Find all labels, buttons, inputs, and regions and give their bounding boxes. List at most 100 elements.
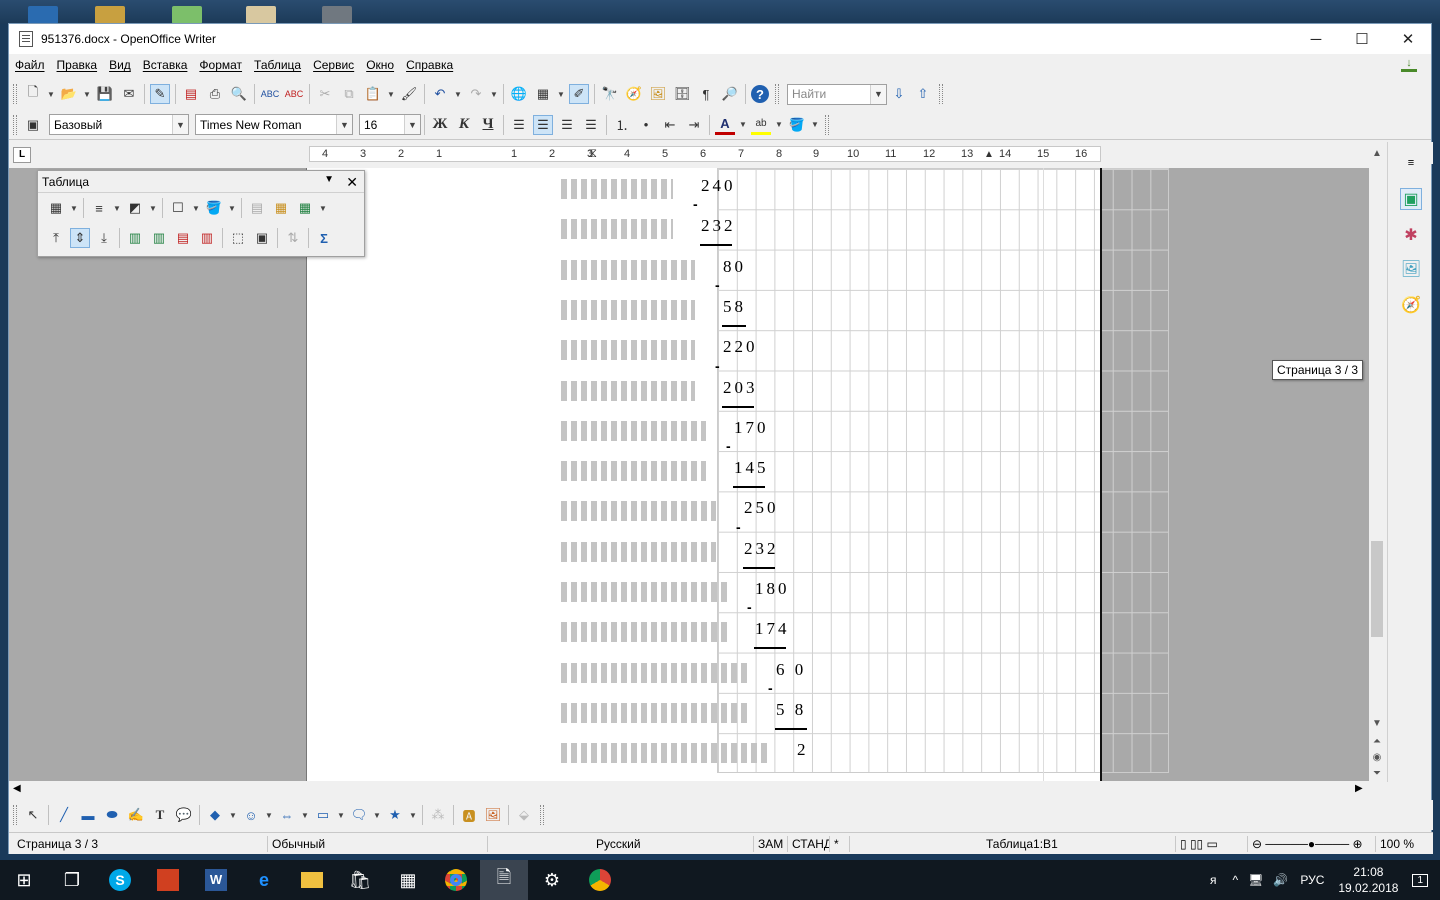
table-properties-icon[interactable]: ▣ bbox=[252, 228, 272, 248]
chevron-down-icon[interactable]: ▼ bbox=[148, 198, 158, 218]
chevron-down-icon[interactable]: ▼ bbox=[489, 84, 499, 104]
hyperlink-icon[interactable]: 🌐 bbox=[509, 84, 529, 104]
status-insert-mode[interactable]: ЗАМ bbox=[753, 836, 787, 852]
chevron-down-icon[interactable]: ▼ bbox=[46, 84, 56, 104]
status-language[interactable]: Русский bbox=[487, 836, 751, 852]
spellcheck-icon[interactable]: ABC bbox=[260, 84, 280, 104]
redo-icon[interactable]: ↷ bbox=[466, 84, 486, 104]
email-icon[interactable]: ✉ bbox=[119, 84, 139, 104]
division-row[interactable]: 5 8- bbox=[561, 680, 961, 732]
align-right-icon[interactable]: ☰ bbox=[557, 115, 577, 135]
chevron-down-icon[interactable]: ▼ bbox=[191, 198, 201, 218]
status-page[interactable]: Страница 3 / 3 bbox=[13, 836, 265, 852]
points-icon[interactable]: ⁂ bbox=[428, 805, 448, 825]
division-row[interactable]: 2 bbox=[561, 732, 961, 772]
justify-icon[interactable]: ☰ bbox=[581, 115, 601, 135]
select-table-icon[interactable]: ⬚ bbox=[228, 228, 248, 248]
cut-icon[interactable]: ✂ bbox=[315, 84, 335, 104]
chevron-down-icon[interactable]: ▼ bbox=[172, 115, 188, 134]
decrease-indent-icon[interactable]: ⇤ bbox=[660, 115, 680, 135]
horizontal-scrollbar[interactable]: ◀ ▶ bbox=[9, 781, 1369, 798]
align-center-vertical-icon[interactable]: ⇕ bbox=[70, 228, 90, 248]
line-style-icon[interactable]: ≡ bbox=[89, 198, 109, 218]
toolbar-grip[interactable] bbox=[13, 805, 17, 825]
chevron-up-icon[interactable]: ^ bbox=[1233, 873, 1239, 887]
chevron-down-icon[interactable]: ▼ bbox=[228, 805, 238, 825]
chevron-down-icon[interactable]: ▼ bbox=[112, 198, 122, 218]
tab-marker[interactable]: ▲ bbox=[984, 149, 994, 160]
chevron-down-icon[interactable]: ▼ bbox=[453, 84, 463, 104]
chevron-down-icon[interactable]: ▼ bbox=[386, 84, 396, 104]
chevron-down-icon[interactable]: ▼ bbox=[556, 84, 566, 104]
tab-type-selector[interactable]: L bbox=[13, 147, 31, 163]
chevron-down-icon[interactable]: ▼ bbox=[774, 115, 784, 135]
menu-edit[interactable]: Правка bbox=[51, 58, 104, 72]
symbol-shapes-icon[interactable]: ☺ bbox=[241, 805, 261, 825]
division-row[interactable]: 203- bbox=[561, 358, 961, 410]
properties-icon[interactable]: ▣ bbox=[1400, 188, 1422, 210]
navigation-icon[interactable]: ◉ bbox=[1369, 752, 1385, 763]
align-center-icon[interactable]: ☰ bbox=[533, 114, 553, 135]
find-previous-icon[interactable]: ⇧ bbox=[913, 84, 933, 104]
background-color-icon[interactable]: 🪣 bbox=[787, 115, 807, 135]
next-page-icon[interactable]: ⏷ bbox=[1369, 768, 1385, 779]
line-icon[interactable]: ╱ bbox=[54, 805, 74, 825]
menu-file[interactable]: Файл bbox=[9, 58, 51, 72]
calculator-icon[interactable]: ▦ bbox=[384, 860, 432, 900]
chevron-down-icon[interactable]: ▼ bbox=[810, 115, 820, 135]
division-row[interactable]: 80 bbox=[561, 249, 961, 289]
close-icon[interactable]: ✕ bbox=[346, 174, 358, 191]
task-view-icon[interactable]: ❐ bbox=[48, 860, 96, 900]
division-row[interactable]: 220 bbox=[561, 329, 961, 369]
update-download-icon[interactable]: ↓ bbox=[1401, 58, 1417, 72]
styles-icon[interactable]: ✱ bbox=[1400, 224, 1422, 246]
scroll-up-icon[interactable]: ▲ bbox=[1369, 148, 1385, 159]
division-row[interactable]: 170 bbox=[561, 410, 961, 450]
font-name-select[interactable]: Times New Roman ▼ bbox=[195, 114, 353, 135]
chevron-down-icon[interactable]: ▼ bbox=[264, 805, 274, 825]
highlight-icon[interactable]: ab bbox=[751, 115, 771, 135]
edge-icon[interactable]: e bbox=[240, 860, 288, 900]
division-row[interactable]: 145- bbox=[561, 438, 961, 490]
print-icon[interactable]: ⎙ bbox=[205, 84, 225, 104]
export-pdf-icon[interactable]: ▤ bbox=[181, 84, 201, 104]
gallery-icon[interactable]: 🖼 bbox=[1400, 258, 1422, 280]
align-left-icon[interactable]: ☰ bbox=[509, 115, 529, 135]
skype-icon[interactable]: S bbox=[96, 860, 144, 900]
division-row[interactable]: 6 0 bbox=[561, 652, 961, 692]
scroll-left-icon[interactable]: ◀ bbox=[13, 783, 21, 794]
align-top-icon[interactable]: ⤒ bbox=[46, 228, 66, 248]
previous-page-icon[interactable]: ⏶ bbox=[1369, 736, 1385, 747]
scrollbar-thumb[interactable] bbox=[1371, 541, 1383, 637]
callout-shapes-icon[interactable]: 🗨 bbox=[349, 805, 369, 825]
stars-icon[interactable]: ★ bbox=[385, 805, 405, 825]
maximize-button[interactable]: ☐ bbox=[1339, 24, 1385, 54]
insert-table-icon[interactable]: ▦ bbox=[46, 198, 66, 218]
toolbar-grip[interactable] bbox=[939, 84, 943, 104]
language-indicator[interactable]: РУС bbox=[1300, 873, 1324, 887]
bullets-icon[interactable]: • bbox=[636, 115, 656, 135]
merge-cells-icon[interactable]: ▤ bbox=[247, 198, 267, 218]
numbering-icon[interactable]: ⒈ bbox=[612, 115, 632, 135]
delete-row-icon[interactable]: ▤ bbox=[173, 228, 193, 248]
desktop-icon[interactable] bbox=[172, 6, 202, 24]
network-icon[interactable]: 🖥 bbox=[1248, 873, 1263, 887]
clone-format-icon[interactable]: 🖌 bbox=[399, 84, 419, 104]
division-row[interactable]: 58- bbox=[561, 277, 961, 329]
split-cells-icon[interactable]: ▦ bbox=[271, 198, 291, 218]
status-cell[interactable]: Таблица1:B1 bbox=[849, 836, 1175, 852]
data-sources-icon[interactable]: 🗄 bbox=[672, 84, 692, 104]
chevron-down-icon[interactable]: ▼ bbox=[300, 805, 310, 825]
delete-column-icon[interactable]: ▥ bbox=[197, 228, 217, 248]
menu-window[interactable]: Окно bbox=[360, 58, 400, 72]
sort-icon[interactable]: ⇅ bbox=[283, 228, 303, 248]
volume-icon[interactable]: 🔊 bbox=[1273, 873, 1288, 887]
chevron-down-icon[interactable]: ▼ bbox=[870, 84, 886, 104]
chevron-down-icon[interactable]: ▼ bbox=[336, 805, 346, 825]
store-icon[interactable]: 🛍 bbox=[336, 860, 384, 900]
chevron-down-icon[interactable]: ▼ bbox=[324, 174, 334, 185]
find-replace-icon[interactable]: 🔭 bbox=[600, 84, 620, 104]
division-row[interactable]: 232- bbox=[561, 196, 961, 248]
insert-row-icon[interactable]: ▥ bbox=[125, 228, 145, 248]
paste-icon[interactable]: 📋 bbox=[363, 84, 383, 104]
